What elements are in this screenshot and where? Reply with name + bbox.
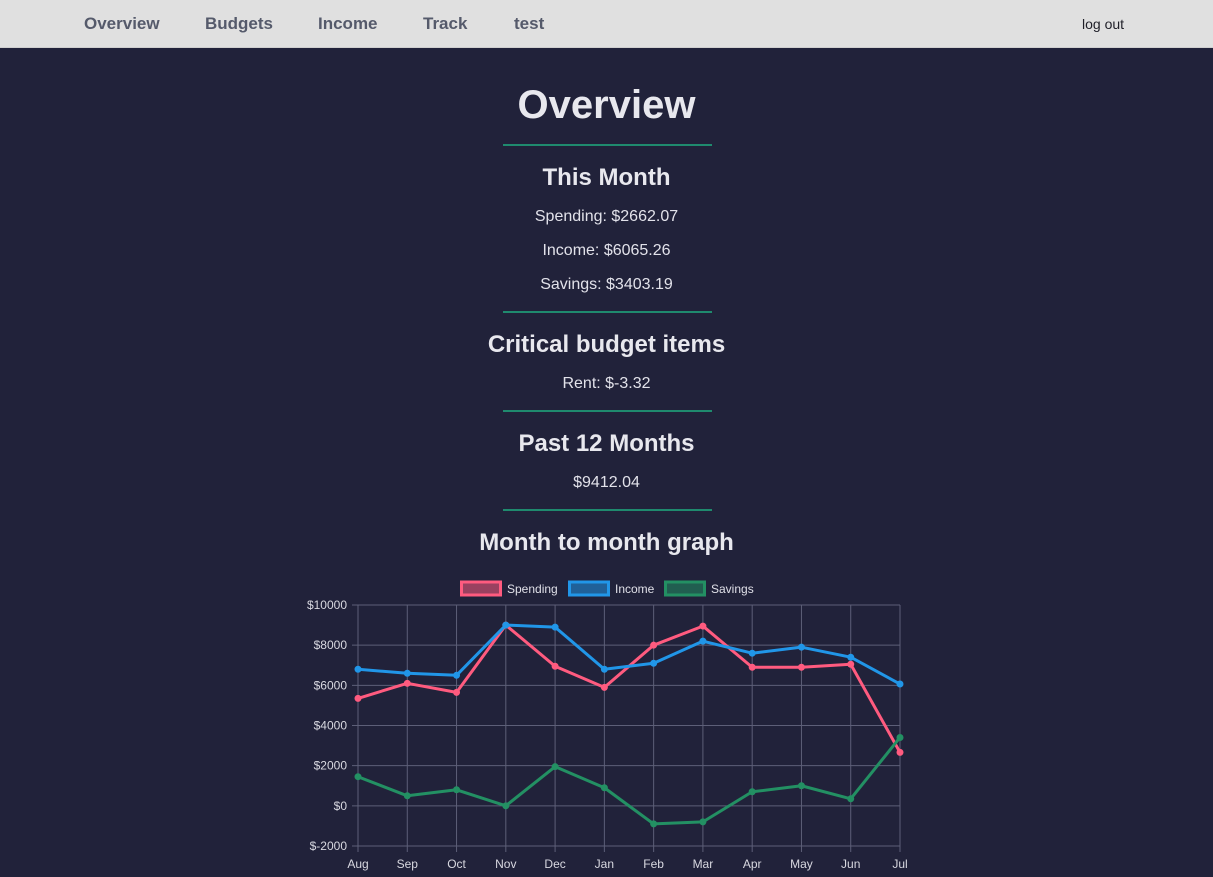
data-point-income bbox=[551, 623, 559, 631]
data-point-savings bbox=[748, 788, 756, 796]
legend-label-savings: Savings bbox=[711, 582, 754, 596]
series-line-spending bbox=[357, 623, 902, 754]
past-12-months-total: $9412.04 bbox=[573, 474, 640, 491]
legend-label-income: Income bbox=[615, 582, 655, 596]
y-tick-label: $2000 bbox=[314, 759, 348, 773]
divider bbox=[503, 311, 712, 313]
data-point-income bbox=[453, 671, 461, 679]
rent-text: Rent: $-3.32 bbox=[562, 375, 651, 392]
data-point-income bbox=[600, 665, 608, 673]
data-point-income bbox=[896, 680, 904, 688]
data-point-spending bbox=[896, 748, 904, 756]
x-tick-label: Nov bbox=[495, 857, 516, 871]
data-point-income bbox=[354, 665, 362, 673]
y-tick-label: $0 bbox=[334, 799, 348, 813]
data-point-income bbox=[502, 621, 510, 629]
series-line-income bbox=[357, 623, 901, 686]
nav-track[interactable]: Track bbox=[423, 14, 467, 34]
chart-container: $10000 $8000 $6000 $4000 $2000 $0 $-2000 Aug Sep… bbox=[296, 578, 916, 872]
data-point-savings bbox=[896, 733, 904, 741]
nav-overview[interactable]: Overview bbox=[84, 14, 160, 34]
data-point-spending bbox=[748, 663, 756, 671]
nav-budgets[interactable]: Budgets bbox=[205, 14, 273, 34]
data-point-spending bbox=[847, 660, 855, 668]
data-point-income bbox=[748, 649, 756, 657]
critical-budget-title: Critical budget items bbox=[487, 331, 726, 358]
legend-swatch-income bbox=[568, 580, 610, 597]
y-tick-label: $8000 bbox=[314, 638, 348, 652]
x-tick-label: Aug bbox=[347, 857, 368, 871]
data-point-income bbox=[650, 659, 658, 667]
data-point-savings bbox=[502, 802, 510, 810]
data-point-spending bbox=[453, 688, 461, 696]
this-month-title: This Month bbox=[542, 164, 671, 191]
y-tick-label: $10000 bbox=[307, 598, 347, 612]
data-point-savings bbox=[551, 763, 559, 771]
data-point-spending bbox=[650, 641, 658, 649]
x-tick-label: Feb bbox=[643, 857, 664, 871]
x-tick-label: Jan bbox=[595, 857, 614, 871]
divider bbox=[503, 410, 712, 412]
data-point-spending bbox=[699, 622, 707, 630]
nav-income[interactable]: Income bbox=[318, 14, 378, 34]
data-point-income bbox=[847, 653, 855, 661]
top-nav: Overview Budgets Income Track test log o… bbox=[0, 0, 1213, 48]
x-tick-label: Sep bbox=[397, 857, 419, 871]
y-tick-label: $4000 bbox=[314, 719, 348, 733]
data-point-income bbox=[699, 637, 707, 645]
data-point-savings bbox=[699, 818, 707, 826]
line-chart: $10000 $8000 $6000 $4000 $2000 $0 $-2000 Aug Sep… bbox=[307, 580, 908, 871]
legend-swatch-spending bbox=[460, 580, 502, 597]
data-point-spending bbox=[551, 662, 559, 670]
nav-test[interactable]: test bbox=[514, 14, 544, 34]
page-title: Overview bbox=[517, 83, 696, 127]
x-tick-label: May bbox=[790, 857, 813, 871]
data-point-savings bbox=[797, 782, 805, 790]
spending-text: Spending: $2662.07 bbox=[534, 208, 679, 225]
series-line-savings bbox=[357, 736, 902, 826]
y-tick-label: $-2000 bbox=[310, 839, 348, 853]
x-tick-label: Jul bbox=[892, 857, 907, 871]
data-point-savings bbox=[403, 792, 411, 800]
x-tick-label: Mar bbox=[693, 857, 714, 871]
x-tick-label: Jun bbox=[841, 857, 860, 871]
main-content: Overview This Month Spending: $2662.07 I… bbox=[0, 48, 1213, 872]
divider bbox=[503, 509, 712, 511]
x-tick-label: Dec bbox=[544, 857, 565, 871]
legend-label-spending: Spending bbox=[507, 582, 558, 596]
past-12-months-title: Past 12 Months bbox=[518, 430, 695, 457]
data-point-savings bbox=[600, 784, 608, 792]
income-text: Income: $6065.26 bbox=[542, 242, 671, 259]
savings-text: Savings: $3403.19 bbox=[540, 276, 673, 293]
y-tick-label: $6000 bbox=[314, 678, 348, 692]
divider bbox=[503, 144, 712, 146]
data-point-spending bbox=[797, 663, 805, 671]
data-point-savings bbox=[650, 820, 658, 828]
data-point-spending bbox=[403, 679, 411, 687]
legend-swatch-savings bbox=[664, 580, 706, 597]
data-point-income bbox=[403, 669, 411, 677]
x-tick-label: Apr bbox=[743, 857, 762, 871]
data-point-savings bbox=[847, 795, 855, 803]
data-point-savings bbox=[354, 773, 362, 781]
logout-link[interactable]: log out bbox=[1082, 16, 1124, 32]
data-point-spending bbox=[354, 694, 362, 702]
graph-title: Month to month graph bbox=[479, 529, 734, 556]
data-point-income bbox=[797, 643, 805, 651]
data-point-savings bbox=[453, 786, 461, 794]
x-tick-label: Oct bbox=[447, 857, 466, 871]
data-point-spending bbox=[600, 683, 608, 691]
